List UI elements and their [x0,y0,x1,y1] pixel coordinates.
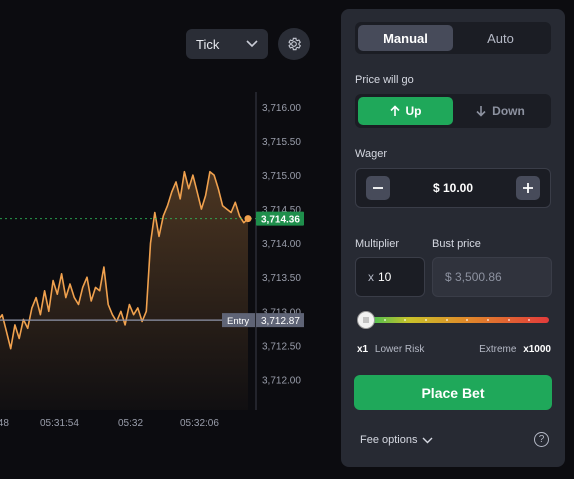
slider-step-dot [528,319,531,321]
decrease-wager-button[interactable] [366,176,390,200]
help-icon[interactable]: ? [534,432,549,447]
slider-step-dot [404,319,407,321]
tab-auto[interactable]: Auto [453,25,548,51]
arrow-up-icon [389,105,400,116]
minus-icon [373,187,383,189]
multiplier-range-labels: x1 Lower Risk Extreme x1000 [357,344,551,355]
chevron-down-icon [422,437,433,443]
x-tick-label: 05:32:06 [180,418,219,429]
fee-options-label: Fee options [360,434,418,446]
chart-settings-button[interactable] [278,28,310,60]
up-label: Up [405,104,422,118]
price-direction-label: Price will go [355,74,414,86]
slider-step-dot [487,319,489,321]
fee-options-toggle[interactable]: Fee options [360,434,433,446]
multiplier-value: 10 [378,270,392,284]
slider-step-dot [383,319,386,321]
multiplier-prefix: x [368,270,374,284]
x-tick-label: 05:32 [118,418,143,429]
interval-select[interactable]: Tick [186,29,268,59]
y-tick-label: 3,715.50 [262,137,301,148]
range-max: x1000 [523,344,551,355]
current-price-value: 3,714.36 [261,215,300,226]
range-min: x1 [357,344,369,355]
down-label: Down [492,104,525,118]
mode-switch: Manual Auto [355,22,551,54]
bust-price-value: $ 3,500.86 [445,270,502,284]
y-tick-label: 3,713.50 [262,273,301,284]
wager-input[interactable]: $ 10.00 [355,168,551,208]
entry-price-value: 3,712.87 [261,316,300,327]
entry-label: Entry [227,316,249,327]
interval-select-value: Tick [196,36,220,52]
y-tick-label: 3,712.50 [262,341,301,352]
place-bet-button[interactable]: Place Bet [354,375,552,410]
wager-value: $ 10.00 [432,181,474,195]
y-tick-label: 3,715.00 [262,171,301,182]
multiplier-label: Multiplier [355,238,400,250]
current-price-dot [244,215,252,223]
y-tick-label: 3,714.00 [262,239,301,250]
direction-switch: Up Down [355,94,551,128]
gear-icon [288,37,302,51]
slider-step-dot [466,319,469,321]
slider-step-dot [445,319,448,321]
range-min-text: Lower Risk [374,344,425,355]
bust-price-label: Bust price [432,238,481,250]
multiplier-input[interactable]: x 10 [355,257,425,297]
price-area [0,171,248,410]
slider-step-dot [507,319,510,321]
plus-icon [522,183,533,193]
x-tick-label: 05:31:54 [40,418,79,429]
multiplier-slider-handle[interactable] [357,311,375,329]
y-tick-label: 3,712.00 [262,375,301,386]
chart-svg: 3,716.003,715.503,715.003,714.503,714.00… [0,92,304,429]
up-button[interactable]: Up [358,97,453,125]
bust-price-field: $ 3,500.86 [432,257,552,297]
wager-label: Wager [355,148,387,160]
down-button[interactable]: Down [453,97,548,125]
chevron-down-icon [246,40,258,48]
bet-panel: Manual Auto Price will go Up Down Wager … [341,9,565,467]
multiplier-slider-track[interactable] [363,317,549,323]
slider-step-dot [425,319,427,321]
range-max-text: Extreme [479,344,517,355]
x-tick-label: :48 [0,418,9,429]
price-chart[interactable]: 3,716.00 3,715.50 3,715.00 3,714.50 3,714.00… [0,0,340,479]
tab-manual[interactable]: Manual [358,25,453,51]
increase-wager-button[interactable] [515,176,540,200]
arrow-down-icon [476,106,486,117]
grip-icon [363,317,369,323]
y-tick-label: 3,716.00 [262,103,301,114]
